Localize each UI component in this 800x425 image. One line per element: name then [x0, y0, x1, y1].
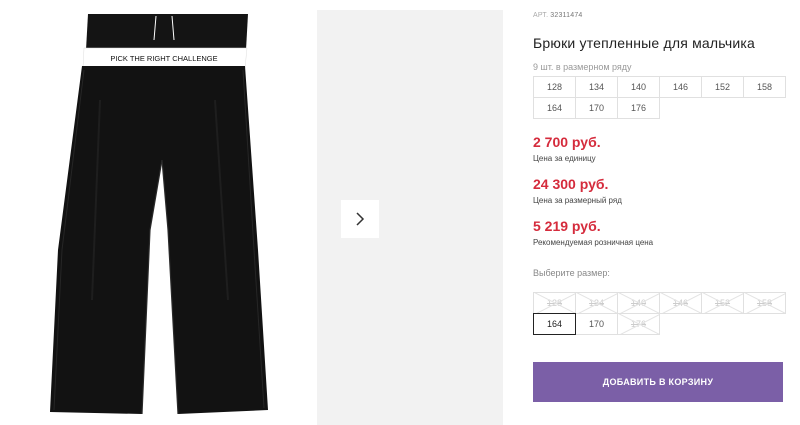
size-row-cell: 158 [743, 76, 786, 98]
size-row-cell: 164 [533, 97, 576, 119]
size-row-cell: 128 [533, 76, 576, 98]
size-row-cell: 134 [575, 76, 618, 98]
size-row-cell: 146 [659, 76, 702, 98]
article-label: АРТ. [533, 12, 549, 19]
size-row-cell: 140 [617, 76, 660, 98]
gallery-next-button[interactable] [341, 200, 379, 238]
size-option[interactable]: 128 [533, 292, 576, 314]
size-option[interactable]: 140 [617, 292, 660, 314]
size-picker-label: Выберите размер: [533, 268, 610, 278]
size-option[interactable]: 134 [575, 292, 618, 314]
size-option[interactable]: 158 [743, 292, 786, 314]
price-retail-note: Рекомендуемая розничная цена [533, 238, 654, 247]
size-option[interactable]: 152 [701, 292, 744, 314]
price-unit-note: Цена за единицу [533, 154, 596, 163]
size-picker-grid: 128 134 140 146 152 158 164 170 176 [533, 292, 786, 335]
add-to-cart-button[interactable]: ДОБАВИТЬ В КОРЗИНУ [533, 362, 783, 402]
size-option[interactable]: 176 [617, 313, 660, 335]
black-track-pants-image: PICK THE RIGHT CHALLENGE [50, 14, 268, 415]
price-retail: 5 219 руб. [533, 218, 601, 234]
size-row-grid: 128 134 140 146 152 158 164 170 176 [533, 76, 786, 119]
article-number: АРТ. 32311474 [533, 12, 583, 19]
article-value: 32311474 [550, 12, 583, 19]
size-row-cell: 152 [701, 76, 744, 98]
size-option[interactable]: 164 [533, 313, 576, 335]
price-size-row-note: Цена за размерный ряд [533, 196, 622, 205]
size-row-cell: 170 [575, 97, 618, 119]
size-option[interactable]: 146 [659, 292, 702, 314]
chevron-right-icon [356, 212, 365, 226]
price-unit: 2 700 руб. [533, 134, 601, 150]
size-row-count: 9 шт. в размерном ряду [533, 62, 632, 72]
product-image[interactable]: PICK THE RIGHT CHALLENGE [0, 0, 305, 425]
size-option[interactable]: 170 [575, 313, 618, 335]
product-title: Брюки утепленные для мальчика [533, 35, 755, 51]
price-size-row: 24 300 руб. [533, 176, 609, 192]
size-row-cell: 176 [617, 97, 660, 119]
waistband-text: PICK THE RIGHT CHALLENGE [110, 54, 217, 63]
